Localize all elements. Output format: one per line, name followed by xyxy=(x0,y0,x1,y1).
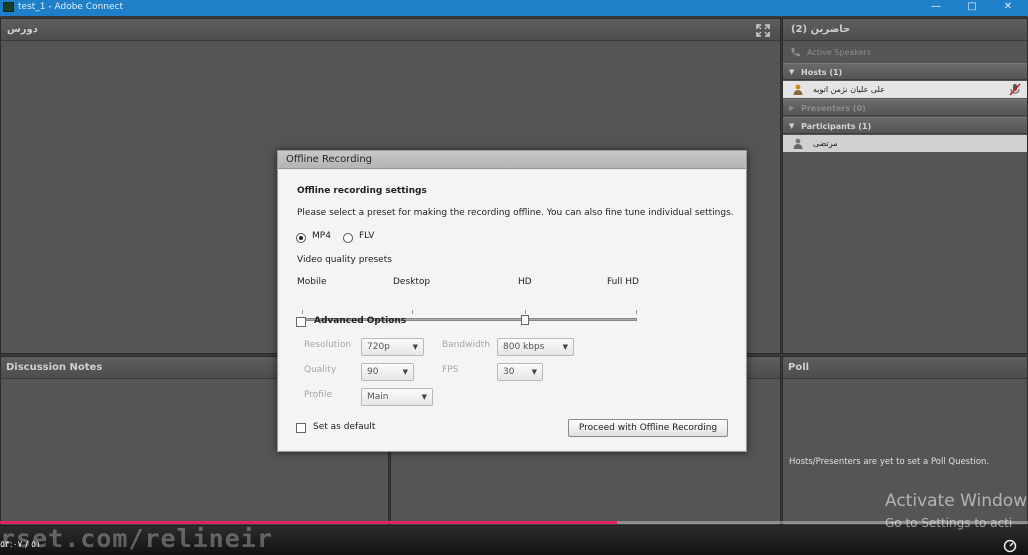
fps-select[interactable]: 30 ▼ xyxy=(497,363,543,381)
fps-value: 30 xyxy=(503,367,515,377)
set-as-default-label[interactable]: Set as default xyxy=(313,422,375,432)
attendees-list: Active Speakers ▼ Hosts (1) علی علیان نژ… xyxy=(783,41,1027,353)
activate-windows-title: Activate Window xyxy=(885,491,1028,511)
hosts-label: Hosts (1) xyxy=(801,68,843,77)
mp4-label[interactable]: MP4 xyxy=(312,231,331,241)
participants-section-header[interactable]: ▼ Participants (1) xyxy=(783,117,1027,134)
quality-value: 90 xyxy=(367,367,379,377)
bandwidth-value: 800 kbps xyxy=(503,342,545,352)
dialog-body: Offline recording settings Please select… xyxy=(279,170,745,450)
expand-arrow-icon: ▼ xyxy=(789,122,795,130)
slider-tick xyxy=(525,310,526,314)
quality-select[interactable]: 90 ▼ xyxy=(361,363,414,381)
profile-value: Main xyxy=(367,392,389,402)
collapse-arrow-icon: ▶ xyxy=(789,104,795,112)
advanced-options-checkbox[interactable] xyxy=(296,317,306,327)
bandwidth-label: Bandwidth xyxy=(442,340,490,350)
proceed-offline-recording-button[interactable]: Proceed with Offline Recording xyxy=(568,419,728,437)
fps-label: FPS xyxy=(442,365,459,375)
slider-tick xyxy=(412,310,413,314)
maximize-icon[interactable]: □ xyxy=(957,0,987,16)
notes-pod-title: Discussion Notes xyxy=(6,362,103,373)
dropdown-arrow-icon: ▼ xyxy=(412,343,418,351)
microphone-muted-icon[interactable] xyxy=(1009,83,1021,96)
slider-thumb[interactable] xyxy=(521,315,529,325)
poll-pod-title: Poll xyxy=(788,362,810,373)
dialog-title-bar[interactable]: Offline Recording xyxy=(278,151,746,169)
participant-person-icon xyxy=(793,138,803,149)
close-icon[interactable]: ✕ xyxy=(993,0,1023,16)
advanced-options-label[interactable]: Advanced Options xyxy=(314,316,406,326)
resolution-value: 720p xyxy=(367,342,390,352)
presets-label: Video quality presets xyxy=(297,255,392,265)
presenters-section-header[interactable]: ▶ Presenters (0) xyxy=(783,99,1027,116)
active-speakers-label: Active Speakers xyxy=(807,48,871,57)
playback-speed-icon[interactable] xyxy=(1003,539,1017,553)
title-bar: test_1 - Adobe Connect — □ ✕ xyxy=(0,0,1028,16)
window-title: test_1 - Adobe Connect xyxy=(18,2,124,12)
dropdown-arrow-icon: ▼ xyxy=(562,343,568,351)
dropdown-arrow-icon: ▼ xyxy=(402,368,408,376)
resolution-label: Resolution xyxy=(304,340,352,350)
video-time: ٥١ / ٥٣:٠٧ xyxy=(0,540,41,550)
bandwidth-select[interactable]: 800 kbps ▼ xyxy=(497,338,574,356)
preset-mobile[interactable]: Mobile xyxy=(297,277,327,287)
dropdown-arrow-icon: ▼ xyxy=(531,368,537,376)
speaker-phone-icon xyxy=(791,48,800,57)
attendees-pod-header: حاضرین (2) xyxy=(783,19,1027,41)
quality-label: Quality xyxy=(304,365,337,375)
watermark-text: rset.com/relineir xyxy=(0,524,273,553)
hosts-section-header[interactable]: ▼ Hosts (1) xyxy=(783,63,1027,80)
preset-hd[interactable]: HD xyxy=(518,277,532,287)
participant-name: مرتضی xyxy=(813,139,838,148)
mp4-radio[interactable] xyxy=(296,233,306,243)
minimize-icon[interactable]: — xyxy=(921,0,951,16)
adobe-connect-app-icon xyxy=(3,2,14,12)
share-pod-title: دورس xyxy=(7,24,38,35)
activate-windows-subtitle: Go to Settings to acti xyxy=(885,516,1013,530)
participant-row[interactable]: مرتضی xyxy=(783,135,1027,152)
settings-heading: Offline recording settings xyxy=(297,186,427,196)
slider-tick xyxy=(636,310,637,314)
settings-description: Please select a preset for making the re… xyxy=(297,208,734,218)
offline-recording-dialog: Offline Recording Offline recording sett… xyxy=(277,150,747,452)
poll-message: Hosts/Presenters are yet to set a Poll Q… xyxy=(789,457,990,467)
host-name: علی علیان نژمن اتویه xyxy=(813,85,885,94)
expand-arrow-icon: ▼ xyxy=(789,68,795,76)
dropdown-arrow-icon: ▼ xyxy=(421,393,427,401)
participants-label: Participants (1) xyxy=(801,122,872,131)
flv-label[interactable]: FLV xyxy=(359,231,374,241)
fullscreen-icon[interactable] xyxy=(756,24,770,37)
active-speakers-row[interactable]: Active Speakers xyxy=(783,44,1027,61)
preset-full-hd[interactable]: Full HD xyxy=(607,277,639,287)
set-as-default-checkbox[interactable] xyxy=(296,423,306,433)
resolution-select[interactable]: 720p ▼ xyxy=(361,338,424,356)
flv-radio[interactable] xyxy=(343,233,353,243)
host-row[interactable]: علی علیان نژمن اتویه xyxy=(783,81,1027,98)
presenters-label: Presenters (0) xyxy=(801,104,866,113)
profile-select[interactable]: Main ▼ xyxy=(361,388,433,406)
share-pod-header: دورس xyxy=(1,19,780,41)
attendees-pod: حاضرین (2) Active Speakers ▼ Hosts (1) ع… xyxy=(782,18,1028,354)
dialog-title: Offline Recording xyxy=(286,154,373,165)
attendees-pod-title: حاضرین (2) xyxy=(791,24,851,35)
host-person-icon xyxy=(793,84,803,95)
preset-desktop[interactable]: Desktop xyxy=(393,277,430,287)
slider-tick xyxy=(302,310,303,314)
profile-label: Profile xyxy=(304,390,332,400)
poll-pod-header: Poll xyxy=(783,357,1027,379)
adobe-connect-window: test_1 - Adobe Connect — □ ✕ دورس حاضرین… xyxy=(0,0,1028,555)
